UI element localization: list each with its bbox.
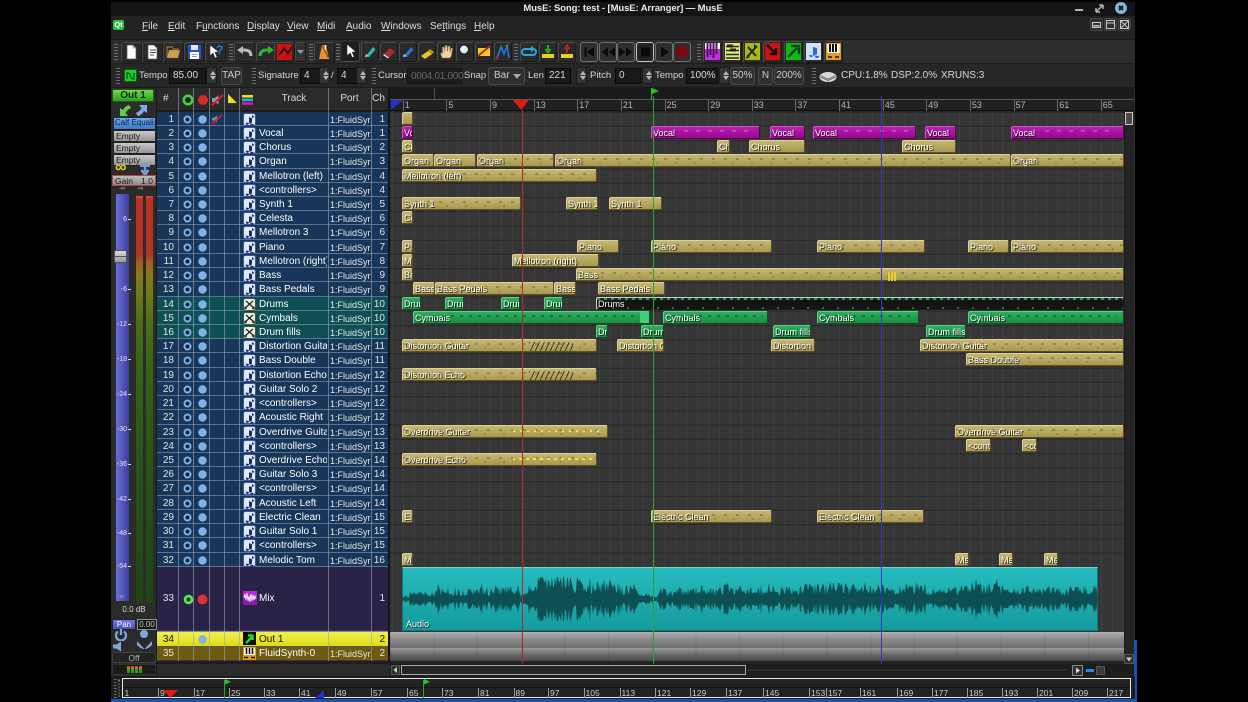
svg-text:?: ? [216,43,223,57]
